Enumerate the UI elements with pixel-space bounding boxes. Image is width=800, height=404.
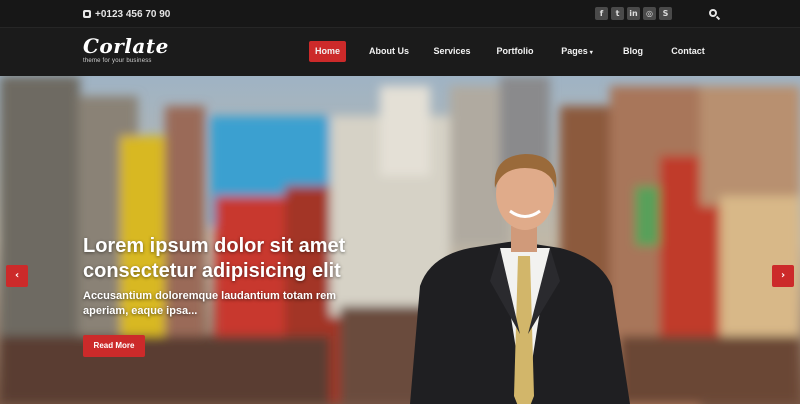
main-navbar: Corlate theme for your business Home Abo… — [0, 28, 800, 76]
linkedin-icon[interactable]: in — [627, 7, 640, 20]
dribbble-icon[interactable]: ◎ — [643, 7, 656, 20]
search-icon[interactable] — [709, 9, 717, 17]
phone-info: +0123 456 70 90 — [83, 7, 170, 21]
chevron-right-icon: › — [780, 270, 786, 281]
logo[interactable]: Corlate theme for your business — [83, 35, 169, 64]
nav-item-portfolio[interactable]: Portfolio — [494, 41, 536, 62]
nav-item-blog[interactable]: Blog — [619, 41, 647, 62]
chevron-down-icon: ▾ — [589, 50, 593, 56]
logo-text: Corlate — [83, 34, 169, 58]
slider-next-button[interactable]: › — [772, 265, 794, 287]
nav-item-pages[interactable]: Pages ▾ — [557, 41, 597, 62]
hero-slider: Lorem ipsum dolor sit amet consectetur a… — [0, 76, 800, 404]
facebook-icon[interactable]: f — [595, 7, 608, 20]
nav-item-home[interactable]: Home — [309, 41, 346, 62]
top-bar: +0123 456 70 90 f t in ◎ S — [0, 0, 800, 28]
nav-item-contact[interactable]: Contact — [669, 41, 707, 62]
nav-item-pages-label: Pages — [561, 46, 588, 56]
skype-icon[interactable]: S — [659, 7, 672, 20]
read-more-button[interactable]: Read More — [83, 335, 145, 357]
nav-item-services[interactable]: Services — [431, 41, 473, 62]
slider-prev-button[interactable]: ‹ — [6, 265, 28, 287]
logo-tagline: theme for your business — [83, 58, 152, 64]
chevron-left-icon: ‹ — [14, 270, 20, 281]
hero-title: Lorem ipsum dolor sit amet consectetur a… — [83, 235, 346, 282]
twitter-icon[interactable]: t — [611, 7, 624, 20]
nav-item-about-us[interactable]: About Us — [364, 41, 414, 62]
hero-subtitle: Accusantium doloremque laudantium totam … — [83, 290, 337, 317]
phone-icon — [83, 10, 91, 18]
social-links: f t in ◎ S — [595, 7, 672, 20]
phone-number: +0123 456 70 90 — [95, 8, 171, 20]
